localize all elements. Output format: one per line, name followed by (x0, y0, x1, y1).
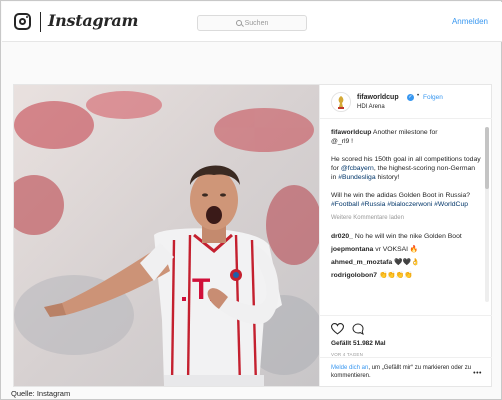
separator-dot: • (417, 93, 420, 99)
login-link[interactable]: Anmelden (452, 17, 488, 26)
fifa-world-cup-logo-icon (332, 93, 350, 111)
post-header: fifaworldcup ✓ • Folgen HDI Arena (320, 85, 492, 119)
search-input[interactable]: Suchen (197, 15, 307, 31)
instagram-camera-icon[interactable] (14, 13, 31, 30)
post-photo[interactable]: T (14, 85, 319, 386)
svg-text:T: T (192, 273, 210, 306)
mention-fcbayern[interactable]: @fcbayern (341, 165, 374, 172)
follow-button[interactable]: Folgen (423, 94, 443, 101)
image-source-caption: Quelle: Instagram (11, 389, 71, 398)
caption-paragraph-2: Will he win the adidas Golden Boot in Ru… (331, 191, 482, 209)
post-photo-image: T (14, 85, 319, 386)
screenshot-frame: Instagram Suchen Anmelden T fifaworldcup… (0, 0, 502, 400)
comment-text: No he will win the nike Golden Boot (354, 233, 462, 240)
comment-user[interactable]: rodrigolobon7 (331, 272, 377, 279)
login-prompt-link[interactable]: Melde dich an (331, 365, 368, 371)
heart-icon[interactable] (331, 323, 344, 335)
search-icon (235, 20, 242, 26)
caption-author[interactable]: fifaworldcup (331, 129, 371, 136)
comment-item: ahmed_m_moztafa 🖤🖤👌 (331, 258, 482, 267)
caption-hashtags[interactable]: #Football #Russia #bialoczerwoni #WorldC… (331, 201, 468, 208)
comment-user[interactable]: ahmed_m_moztafa (331, 259, 392, 266)
scrollbar-thumb[interactable] (485, 127, 489, 189)
post-location[interactable]: HDI Arena (357, 104, 385, 110)
comment-user[interactable]: dr020_ (331, 233, 353, 240)
caption-intro: fifaworldcup Another milestone for @_rl9… (331, 128, 482, 146)
top-navigation: Instagram Suchen Anmelden (2, 2, 502, 42)
instagram-wordmark[interactable]: Instagram (48, 11, 138, 30)
caption-body-3: history! (377, 174, 400, 181)
comments-panel: fifaworldcup Another milestone for @_rl9… (320, 120, 492, 315)
comment-text: 🖤🖤👌 (394, 259, 420, 266)
load-more-comments-link[interactable]: Weitere Kommentare laden (331, 214, 482, 223)
like-count[interactable]: Gefällt 51.982 Mal (331, 340, 386, 347)
comment-icon[interactable] (352, 323, 364, 335)
hashtag-bundesliga[interactable]: #Bundesliga (338, 174, 375, 181)
comment-user[interactable]: joepmontana (331, 246, 373, 253)
nav-divider (40, 12, 41, 32)
comments-scrollbar[interactable] (485, 127, 489, 302)
post-actions: Gefällt 51.982 Mal VOR 4 TAGEN (320, 315, 492, 357)
caption-line-1: Another milestone for (372, 129, 438, 136)
search-placeholder: Suchen (244, 19, 269, 27)
post-card: T fifaworldcup ✓ • Folgen HDI Arena fifa… (13, 84, 492, 387)
comment-text: vr VOKSAI 🔥 (375, 246, 419, 253)
comment-item: dr020_ No he will win the nike Golden Bo… (331, 232, 482, 241)
post-sidebar: fifaworldcup ✓ • Folgen HDI Arena fifawo… (319, 85, 492, 386)
caption-line-2: @_rl9 ! (331, 138, 354, 145)
more-options-icon[interactable]: ••• (473, 370, 482, 378)
verified-badge-icon: ✓ (407, 94, 414, 101)
comment-text: 👏👏👏👏 (378, 272, 413, 279)
author-avatar[interactable] (331, 92, 351, 112)
caption-paragraph-1: He scored his 150th goal in all competit… (331, 155, 482, 182)
comment-item: rodrigolobon7 👏👏👏👏 (331, 271, 482, 280)
login-prompt: Melde dich an, um „Gefällt mir“ zu marki… (320, 357, 492, 386)
author-username[interactable]: fifaworldcup (357, 94, 399, 101)
caption-body-4: Will he win the adidas Golden Boot in Ru… (331, 192, 471, 199)
comment-item: joepmontana vr VOKSAI 🔥 (331, 245, 482, 254)
